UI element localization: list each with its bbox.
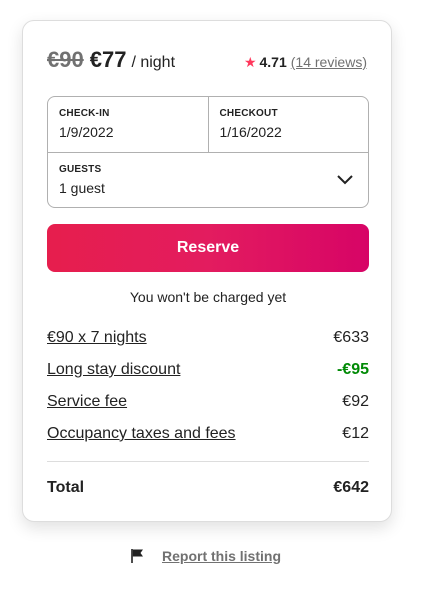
total-row: Total €642 (47, 479, 369, 497)
flag-icon (131, 549, 143, 563)
rating-value: 4.71 (259, 54, 287, 70)
checkout-field[interactable]: CHECKOUT 1/16/2022 (207, 97, 369, 152)
reserve-button[interactable]: Reserve (47, 224, 369, 272)
guests-field[interactable]: GUESTS 1 guest (48, 153, 368, 208)
report-row: Report this listing (0, 548, 435, 564)
nights-label[interactable]: €90 x 7 nights (47, 329, 147, 347)
checkout-label: CHECKOUT (219, 108, 278, 119)
service-fee-amount: €92 (342, 393, 369, 410)
original-price: €90 (47, 47, 84, 72)
breakdown-row-service-fee: Service fee €92 (47, 393, 369, 425)
checkin-value: 1/9/2022 (59, 124, 114, 140)
breakdown-row-discount: Long stay discount -€95 (47, 361, 369, 393)
date-guest-picker: CHECK-IN 1/9/2022 CHECKOUT 1/16/2022 GUE… (47, 96, 369, 208)
taxes-label[interactable]: Occupancy taxes and fees (47, 425, 236, 443)
breakdown-row-taxes: Occupancy taxes and fees €12 (47, 425, 369, 457)
price-block: €90 €77 / night (47, 47, 175, 73)
service-fee-label[interactable]: Service fee (47, 393, 127, 411)
rating: ★ 4.71 (14 reviews) (244, 54, 367, 71)
report-listing-link[interactable]: Report this listing (162, 548, 281, 564)
taxes-amount: €12 (342, 425, 369, 442)
date-row: CHECK-IN 1/9/2022 CHECKOUT 1/16/2022 (48, 97, 368, 153)
total-label: Total (47, 479, 85, 496)
guests-value: 1 guest (59, 180, 105, 196)
discount-amount: -€95 (336, 361, 369, 378)
price-breakdown: €90 x 7 nights €633 Long stay discount -… (47, 329, 369, 457)
booking-card: €90 €77 / night ★ 4.71 (14 reviews) CHEC… (22, 20, 392, 522)
chevron-down-icon (337, 175, 353, 185)
checkout-value: 1/16/2022 (219, 124, 282, 140)
reviews-link[interactable]: (14 reviews) (291, 54, 367, 70)
discount-label[interactable]: Long stay discount (47, 361, 180, 379)
total-amount: €642 (333, 479, 369, 496)
price-unit: / night (131, 54, 176, 71)
breakdown-row-nights: €90 x 7 nights €633 (47, 329, 369, 361)
no-charge-notice: You won't be charged yet (129, 289, 287, 305)
checkin-label: CHECK-IN (59, 108, 110, 119)
price-row: €90 €77 / night ★ 4.71 (14 reviews) (47, 47, 367, 73)
discounted-price: €77 (89, 47, 127, 72)
nights-amount: €633 (333, 329, 369, 346)
star-icon: ★ (243, 54, 257, 70)
guests-label: GUESTS (59, 164, 102, 175)
checkin-field[interactable]: CHECK-IN 1/9/2022 (48, 97, 208, 152)
divider (47, 461, 369, 462)
